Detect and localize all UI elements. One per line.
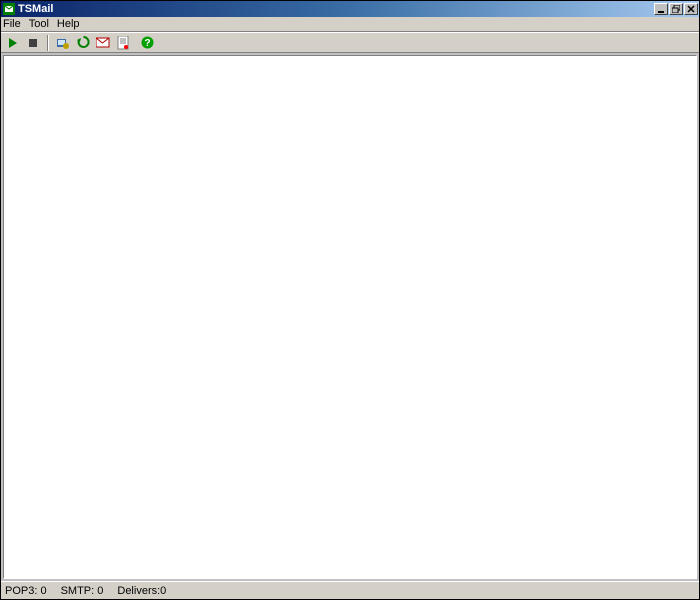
- minimize-button[interactable]: [654, 3, 668, 15]
- mail-button[interactable]: [95, 35, 111, 51]
- content-area: [3, 55, 697, 579]
- mail-app-icon: [3, 3, 15, 15]
- help-button[interactable]: ?: [139, 35, 155, 51]
- play-button[interactable]: [5, 35, 21, 51]
- app-title: TSMail: [18, 2, 653, 16]
- restore-button[interactable]: [669, 3, 683, 15]
- settings-button[interactable]: [55, 35, 71, 51]
- window-controls: [653, 3, 699, 15]
- status-pop3: POP3: 0: [5, 585, 47, 597]
- toolbar: ?: [1, 32, 699, 53]
- titlebar: TSMail: [1, 1, 699, 17]
- refresh-button[interactable]: [75, 35, 91, 51]
- log-button[interactable]: [115, 35, 131, 51]
- app-window: TSMail File Tool Help: [0, 0, 700, 600]
- stop-button[interactable]: [25, 35, 41, 51]
- status-smtp: SMTP: 0: [61, 585, 104, 597]
- statusbar: POP3: 0 SMTP: 0 Delivers:0: [1, 581, 699, 599]
- toolbar-separator: [47, 35, 49, 51]
- menubar: File Tool Help: [1, 17, 699, 32]
- menu-tool[interactable]: Tool: [29, 18, 49, 30]
- menu-help[interactable]: Help: [57, 18, 80, 30]
- close-button[interactable]: [684, 3, 698, 15]
- svg-text:?: ?: [144, 38, 150, 49]
- menu-file[interactable]: File: [3, 18, 21, 30]
- status-delivers: Delivers:0: [117, 585, 166, 597]
